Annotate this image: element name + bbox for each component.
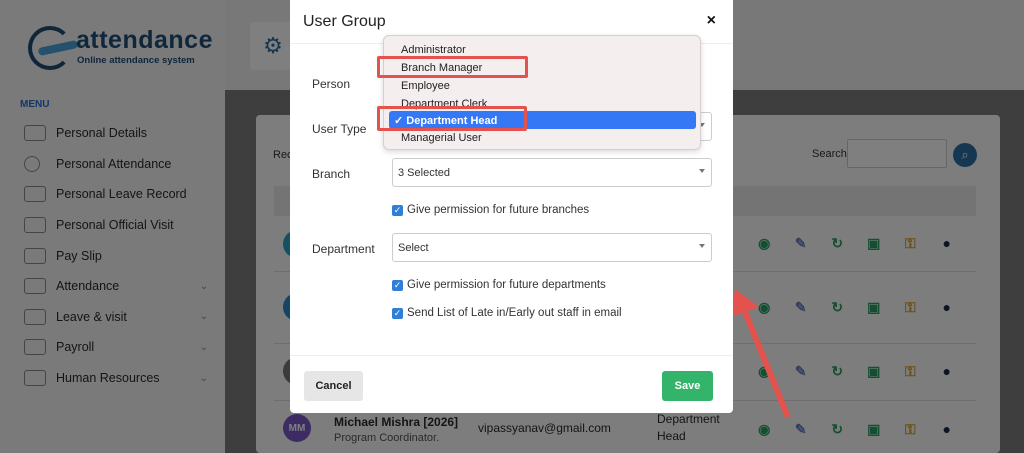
- cancel-button[interactable]: Cancel: [304, 371, 363, 401]
- chevron-down-icon: [699, 169, 705, 173]
- department-select[interactable]: Select: [392, 233, 712, 262]
- user-type-label: User Type: [312, 122, 367, 136]
- branch-select-value: 3 Selected: [398, 167, 450, 179]
- checkbox-checked-icon[interactable]: ✓: [392, 279, 403, 291]
- dropdown-option-employee[interactable]: Employee: [384, 77, 700, 95]
- user-type-dropdown-list: Administrator Branch Manager Employee De…: [383, 35, 701, 150]
- annotation-highlight-department-head: [377, 106, 527, 131]
- chevron-down-icon: [699, 244, 705, 248]
- checkbox-label: Give permission for future branches: [407, 204, 590, 216]
- modal-footer: Cancel Save: [290, 355, 733, 413]
- checkbox-checked-icon[interactable]: ✓: [392, 204, 403, 216]
- person-label: Person: [312, 77, 351, 91]
- close-button[interactable]: ×: [707, 12, 716, 30]
- branch-select[interactable]: 3 Selected: [392, 158, 712, 187]
- save-button[interactable]: Save: [662, 371, 713, 401]
- annotation-highlight-branch-manager: [377, 56, 528, 78]
- checkbox-checked-icon[interactable]: ✓: [392, 307, 403, 319]
- checkbox-label: Give permission for future departments: [407, 279, 606, 291]
- checkbox-label: Send List of Late in/Early out staff in …: [407, 307, 622, 319]
- future-departments-checkbox[interactable]: ✓ Give permission for future departments: [392, 279, 606, 291]
- department-label: Department: [312, 242, 375, 256]
- modal-title: User Group: [303, 13, 386, 30]
- department-select-value: Select: [398, 242, 429, 254]
- branch-label: Branch: [312, 167, 351, 181]
- send-late-list-checkbox[interactable]: ✓ Send List of Late in/Early out staff i…: [392, 307, 622, 319]
- future-branches-checkbox[interactable]: ✓ Give permission for future branches: [392, 204, 589, 216]
- annotation-arrow: [731, 289, 790, 418]
- dropdown-option-managerial-user[interactable]: Managerial User: [384, 129, 700, 147]
